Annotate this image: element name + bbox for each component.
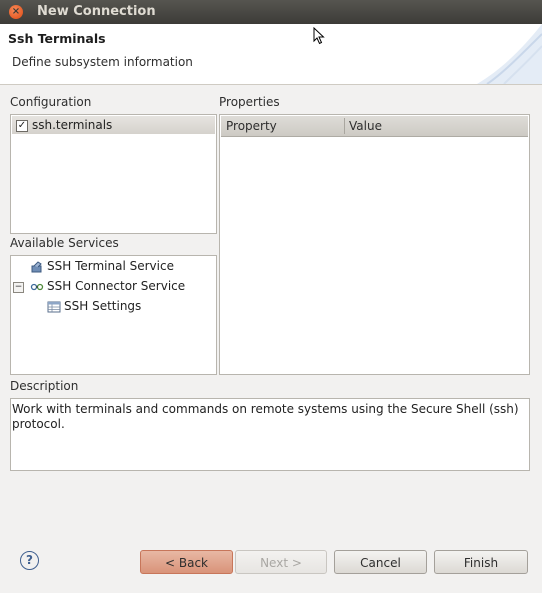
finish-button[interactable]: Finish: [434, 550, 528, 574]
properties-label: Properties: [219, 95, 280, 109]
description-box[interactable]: Work with terminals and commands on remo…: [10, 398, 530, 471]
tree-item-label: SSH Settings: [64, 299, 142, 313]
description-label: Description: [10, 379, 79, 393]
tree-item-ssh-terminal-service[interactable]: SSH Terminal Service: [11, 258, 214, 276]
tree-item-ssh-settings[interactable]: SSH Settings: [11, 298, 214, 316]
properties-table[interactable]: Property Value: [219, 114, 530, 375]
cancel-button[interactable]: Cancel: [334, 550, 427, 574]
configuration-list[interactable]: ✓ ssh.terminals: [10, 114, 217, 234]
mouse-cursor-icon: [313, 27, 325, 45]
available-services-label: Available Services: [10, 236, 119, 250]
tree-item-label: SSH Connector Service: [47, 279, 186, 293]
page-title: Ssh Terminals: [8, 31, 106, 46]
configuration-label: Configuration: [10, 95, 92, 109]
configuration-item-label: ssh.terminals: [32, 118, 113, 132]
column-divider[interactable]: [344, 118, 345, 134]
collapse-icon[interactable]: −: [13, 282, 24, 293]
title-bar: × New Connection: [0, 0, 542, 24]
wizard-banner-graphic: [477, 24, 542, 84]
tree-item-label: SSH Terminal Service: [47, 259, 174, 273]
terminal-service-icon: [31, 261, 42, 273]
settings-table-icon: [47, 301, 61, 313]
table-header: Property Value: [221, 116, 528, 137]
close-icon[interactable]: ×: [9, 5, 23, 19]
description-text: Work with terminals and commands on remo…: [12, 402, 519, 431]
page-subtitle: Define subsystem information: [12, 55, 193, 69]
services-tree[interactable]: SSH Terminal Service − SSH Connector Ser…: [10, 255, 217, 375]
checkbox[interactable]: ✓: [16, 120, 28, 132]
window-title: New Connection: [37, 4, 156, 19]
connector-service-icon: [30, 283, 44, 291]
list-item[interactable]: ✓ ssh.terminals: [12, 116, 215, 134]
next-button[interactable]: Next >: [235, 550, 327, 574]
tree-item-ssh-connector-service[interactable]: − SSH Connector Service: [11, 278, 214, 296]
column-header-property[interactable]: Property: [226, 119, 277, 133]
wizard-header: Ssh Terminals Define subsystem informati…: [0, 24, 542, 85]
back-button[interactable]: < Back: [140, 550, 233, 574]
help-icon[interactable]: ?: [20, 551, 39, 570]
wizard-body: Configuration ✓ ssh.terminals Available …: [0, 85, 542, 593]
column-header-value[interactable]: Value: [349, 119, 382, 133]
